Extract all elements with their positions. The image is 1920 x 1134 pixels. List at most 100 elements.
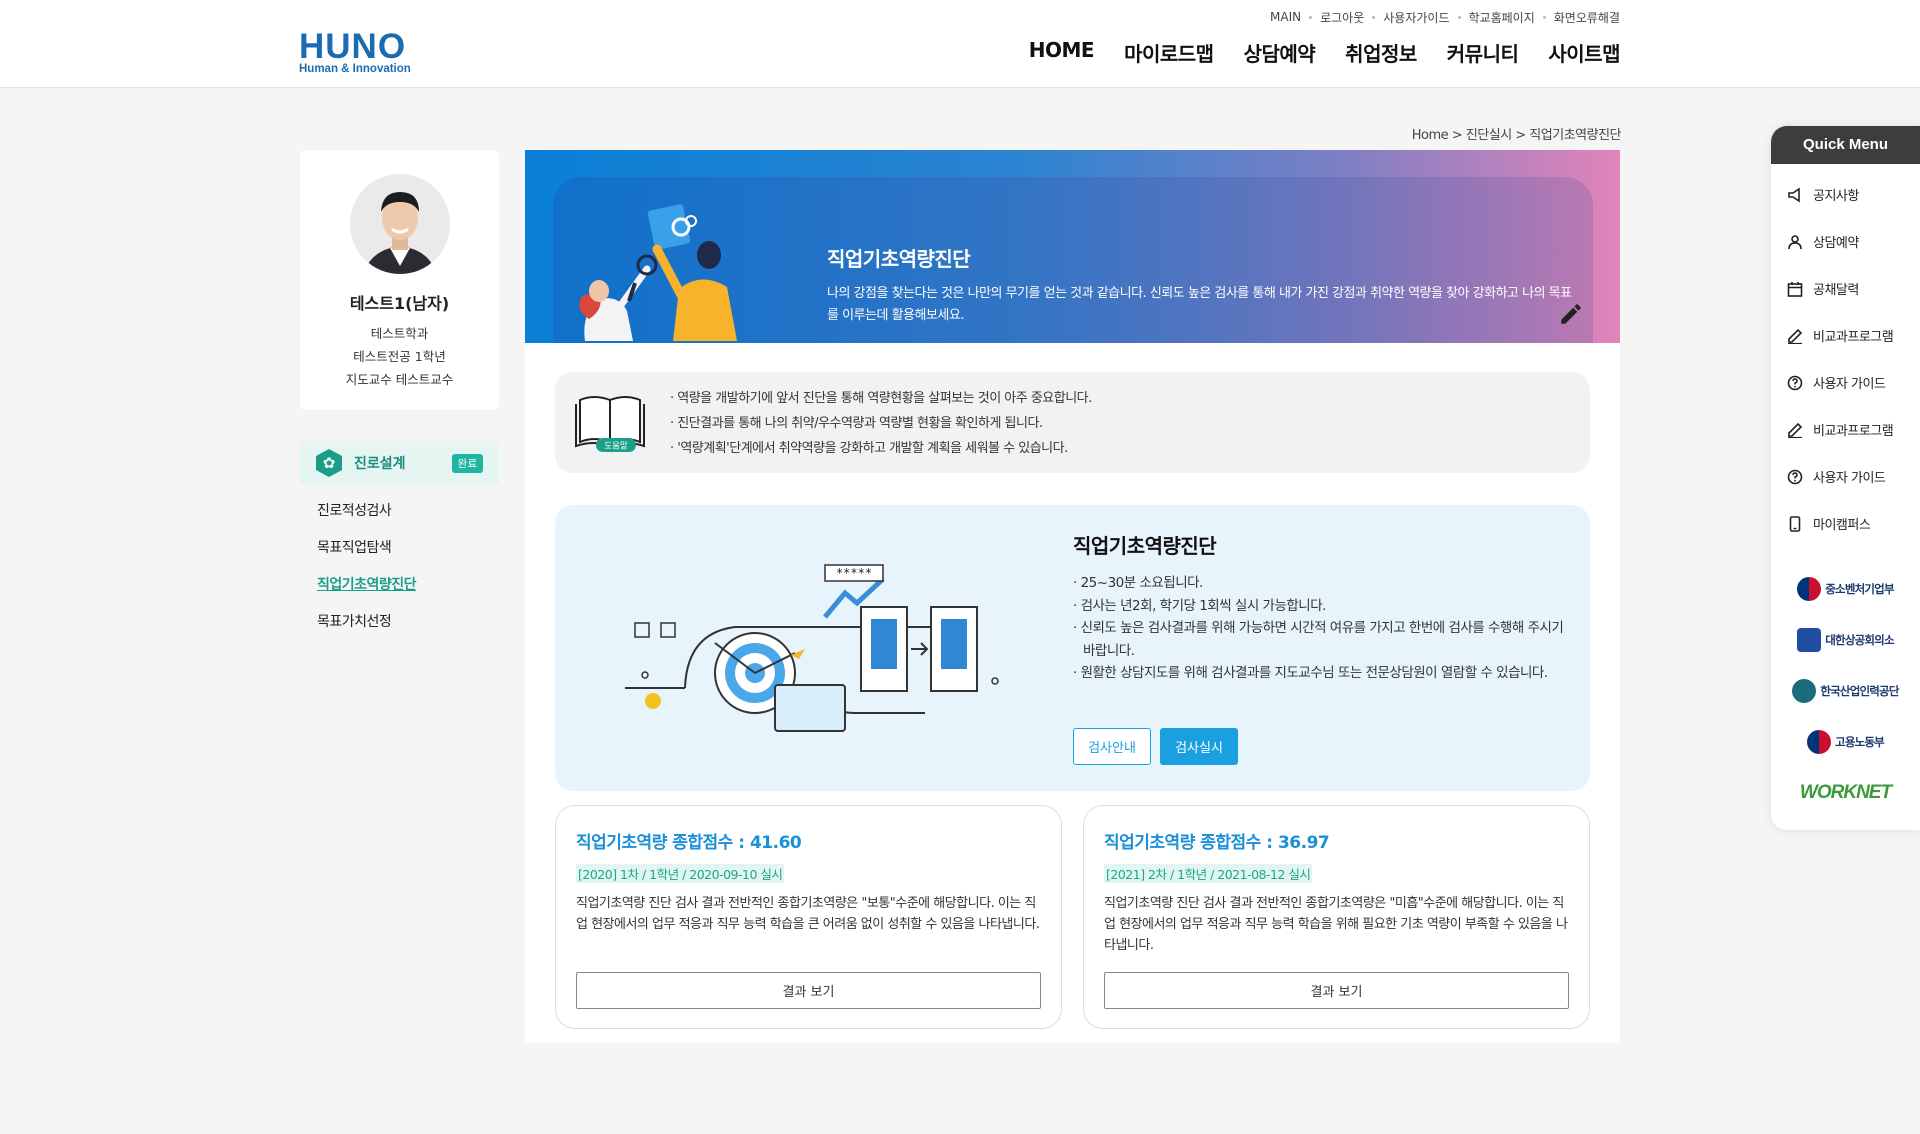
util-link-school[interactable]: 학교홈페이지 (1469, 9, 1535, 26)
main-content: 직업기초역량진단 나의 강점을 찾는다는 것은 나만의 무기를 얻는 것과 같습… (525, 150, 1620, 1043)
side-nav-item-aptitude[interactable]: 진로적성검사 (300, 493, 499, 530)
main-nav: HOME 마이로드맵 상담예약 취업정보 커뮤니티 사이트맵 (1029, 38, 1621, 67)
help-item: · 역량을 개발하기에 앞서 진단을 통해 역량현황을 살펴보는 것이 아주 중… (670, 391, 1092, 406)
help-item: · '역량계획'단계에서 취약역량을 강화하고 개발할 계획을 세워볼 수 있습… (670, 441, 1068, 456)
start-test-button[interactable]: 검사실시 (1160, 728, 1238, 765)
person-icon (1786, 233, 1804, 251)
result-score: 직업기초역량 종합점수 : 41.60 (576, 833, 802, 853)
profile-name: 테스트1(남자) (349, 294, 450, 313)
utility-nav: MAIN 로그아웃 사용자가이드 학교홈페이지 화면오류해결 (1270, 9, 1620, 25)
profile-major: 테스트전공 1학년 (353, 349, 446, 364)
gear-icon: ✿ (316, 449, 342, 477)
quick-item-calendar[interactable]: 공채달력 (1771, 265, 1920, 312)
quick-item-label: 비교과프로그램 (1813, 330, 1894, 345)
view-result-button[interactable]: 결과 보기 (1104, 972, 1569, 1009)
test-guide-button[interactable]: 검사안내 (1073, 728, 1151, 765)
nav-home[interactable]: HOME (1029, 38, 1095, 67)
pencil-icon (1786, 327, 1804, 345)
kcci-logo-icon (1797, 627, 1822, 652)
mobile-icon (1786, 515, 1804, 533)
help-box: 도움말 · 역량을 개발하기에 앞서 진단을 통해 역량현황을 살펴보는 것이 … (555, 372, 1590, 473)
side-nav-header[interactable]: ✿ 진로설계 완료 (300, 441, 499, 485)
quick-item-label: 공지사항 (1813, 189, 1859, 204)
help-circle-icon (1786, 468, 1804, 486)
quick-item-label: 공채달력 (1813, 283, 1859, 298)
logo-text: HUNO (299, 27, 407, 66)
result-score: 직업기초역량 종합점수 : 36.97 (1104, 833, 1330, 853)
result-description: 직업기초역량 진단 검사 결과 전반적인 종합기초역량은 "보통"수준에 해당합… (576, 896, 1040, 932)
breadcrumb: Home > 진단실시 > 직업기초역량진단 (1411, 128, 1622, 143)
help-label: 도움말 (604, 441, 628, 452)
result-description: 직업기초역량 진단 검사 결과 전반적인 종합기초역량은 "미흡"수준에 해당합… (1104, 896, 1568, 953)
worknet-logo: WORKNET (1799, 781, 1892, 803)
intro-title: 직업기초역량진단 (1073, 534, 1217, 558)
profile-dept: 테스트학과 (370, 326, 429, 341)
agency-link-kcci[interactable]: 대한상공회의소 (1771, 614, 1920, 665)
result-card: 직업기초역량 종합점수 : 36.97 [2021] 2차 / 1학년 / 20… (1083, 805, 1590, 1029)
test-intro-box: ***** 직업기초역량진단 · 25~30분 소요됩니다. · 검사는 년2회… (555, 505, 1590, 791)
hrdk-logo-icon (1792, 678, 1817, 703)
side-nav-item-competency[interactable]: 직업기초역량진단 (300, 567, 499, 604)
page-banner: 직업기초역량진단 나의 강점을 찾는다는 것은 나만의 무기를 얻는 것과 같습… (525, 150, 1620, 343)
profile-advisor: 지도교수 테스트교수 (345, 372, 454, 387)
avatar (349, 174, 450, 274)
nav-sitemap[interactable]: 사이트맵 (1548, 38, 1620, 67)
side-nav-title: 진로설계 (354, 456, 406, 472)
util-link-main[interactable]: MAIN (1270, 10, 1301, 24)
intro-list: · 25~30분 소요됩니다. · 검사는 년2회, 학기당 1회씩 실시 가능… (1073, 572, 1573, 685)
quick-item-label: 마이캠퍼스 (1813, 518, 1871, 533)
calendar-icon (1786, 280, 1804, 298)
side-nav: ✿ 진로설계 완료 진로적성검사 목표직업탐색 직업기초역량진단 목표가치선정 (300, 441, 499, 641)
agency-link-moel[interactable]: 고용노동부 (1771, 716, 1920, 767)
nav-community[interactable]: 커뮤니티 (1447, 38, 1519, 67)
quick-item-notice[interactable]: 공지사항 (1771, 171, 1920, 218)
quick-item-program[interactable]: 비교과프로그램 (1771, 406, 1920, 453)
pencil-icon (1561, 304, 1581, 324)
status-badge: 완료 (451, 453, 483, 473)
banner-illustration (579, 204, 737, 341)
site-header: HUNO Human & Innovation MAIN 로그아웃 사용자가이드… (0, 0, 1920, 88)
banner-description: 나의 강점을 찾는다는 것은 나만의 무기를 얻는 것과 같습니다. 신뢰도 높… (827, 286, 1572, 323)
nav-myroadmap[interactable]: 마이로드맵 (1124, 38, 1214, 67)
result-date: [2021] 2차 / 1학년 / 2021-08-12 실시 (1104, 864, 1313, 883)
quick-item-label: 사용자 가이드 (1813, 471, 1886, 486)
taegeuk-icon (1797, 576, 1822, 601)
banner-panel: 직업기초역량진단 나의 강점을 찾는다는 것은 나만의 무기를 얻는 것과 같습… (553, 177, 1593, 343)
util-link-error[interactable]: 화면오류해결 (1554, 9, 1620, 26)
book-icon: 도움말 (575, 396, 645, 452)
quick-item-guide[interactable]: 사용자 가이드 (1771, 453, 1920, 500)
result-card: 직업기초역량 종합점수 : 41.60 [2020] 1차 / 1학년 / 20… (555, 805, 1062, 1029)
quick-item-guide[interactable]: 사용자 가이드 (1771, 359, 1920, 406)
help-circle-icon (1786, 374, 1804, 392)
illust-stars: ***** (836, 566, 872, 580)
view-result-button[interactable]: 결과 보기 (576, 972, 1041, 1009)
intro-list-item: · 원활한 상담지도를 위해 검사결과를 지도교수님 또는 전문상담원이 열람할… (1073, 665, 1548, 681)
quick-item-counseling[interactable]: 상담예약 (1771, 218, 1920, 265)
pencil-icon (1786, 421, 1804, 439)
util-link-logout[interactable]: 로그아웃 (1320, 9, 1364, 26)
intro-list-item: · 검사는 년2회, 학기당 1회씩 실시 가능합니다. (1073, 597, 1326, 614)
util-link-guide[interactable]: 사용자가이드 (1383, 9, 1449, 26)
logo-tagline: Human & Innovation (299, 63, 411, 75)
target-illustration: ***** (625, 564, 999, 732)
quick-menu: Quick Menu 공지사항 상담예약 공채달력 비교과프로그램 사용자 가이… (1771, 126, 1920, 830)
quick-item-program[interactable]: 비교과프로그램 (1771, 312, 1920, 359)
side-nav-item-values[interactable]: 목표가치선정 (300, 604, 499, 641)
logo[interactable]: HUNO Human & Innovation (299, 27, 411, 75)
quick-item-mycampus[interactable]: 마이캠퍼스 (1771, 500, 1920, 547)
agency-link-hrdk[interactable]: 한국산업인력공단 (1771, 665, 1920, 716)
agency-link-worknet[interactable]: WORKNET (1771, 767, 1920, 818)
banner-title: 직업기초역량진단 (827, 247, 971, 271)
result-date: [2020] 1차 / 1학년 / 2020-09-10 실시 (576, 864, 785, 883)
nav-jobs[interactable]: 취업정보 (1345, 38, 1417, 67)
side-nav-item-job-search[interactable]: 목표직업탐색 (300, 530, 499, 567)
quick-item-label: 사용자 가이드 (1813, 377, 1886, 392)
quick-item-label: 비교과프로그램 (1813, 424, 1894, 439)
intro-list-item: · 25~30분 소요됩니다. (1073, 575, 1203, 591)
profile-card: 테스트1(남자) 테스트학과 테스트전공 1학년 지도교수 테스트교수 (300, 150, 499, 410)
agency-link-mss[interactable]: 중소벤처기업부 (1771, 563, 1920, 614)
quick-menu-title: Quick Menu (1771, 126, 1920, 164)
nav-counseling[interactable]: 상담예약 (1244, 38, 1316, 67)
quick-item-label: 상담예약 (1813, 236, 1859, 251)
megaphone-icon (1786, 186, 1804, 204)
